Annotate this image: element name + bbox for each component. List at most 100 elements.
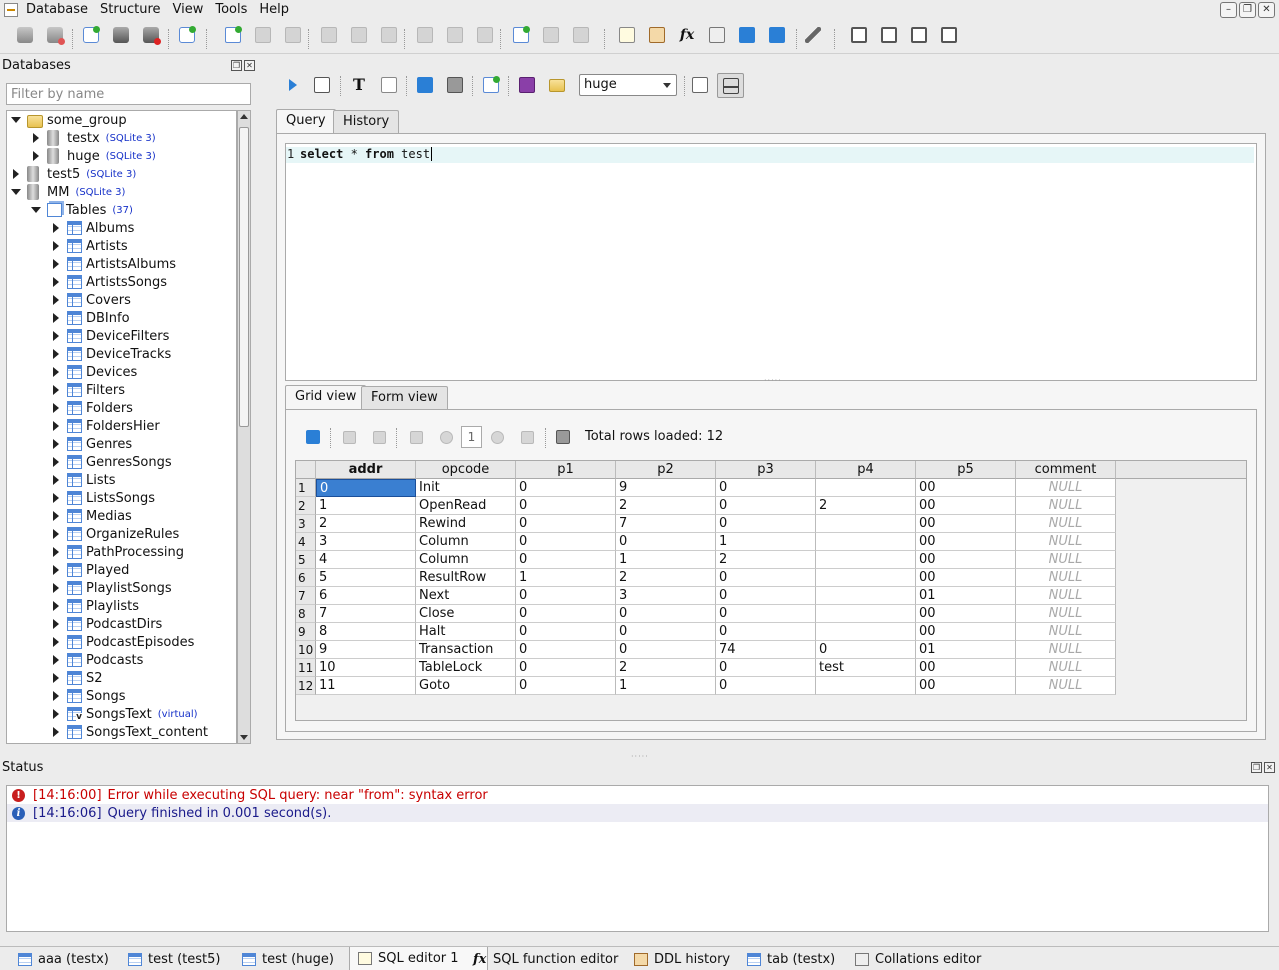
grid-cell[interactable]: [816, 479, 916, 497]
tree-db-test5[interactable]: test5 (SQLite 3): [11, 165, 136, 183]
grid-cell[interactable]: 0: [716, 623, 816, 641]
configuration-button[interactable]: [802, 24, 824, 46]
minimize-icon[interactable]: –: [1220, 2, 1237, 18]
collapse-arrow-icon[interactable]: [51, 403, 61, 413]
tree-table-item[interactable]: PathProcessing: [51, 543, 184, 561]
clear-editor-button[interactable]: [378, 74, 400, 96]
tab-history[interactable]: History: [333, 110, 400, 134]
column-header[interactable]: p4: [816, 461, 916, 479]
tree-table-item[interactable]: PlaylistSongs: [51, 579, 172, 597]
grid-cell[interactable]: 4: [316, 551, 416, 569]
commit-button[interactable]: [338, 426, 360, 448]
grid-cell[interactable]: 0: [616, 641, 716, 659]
collapse-arrow-icon[interactable]: [51, 295, 61, 305]
grid-cell[interactable]: NULL: [1016, 641, 1116, 659]
sql-editor[interactable]: 1 select * from test: [285, 143, 1257, 381]
tree-table-item[interactable]: Folders: [51, 399, 133, 417]
collapse-arrow-icon[interactable]: [51, 241, 61, 251]
tree-table-item[interactable]: PodcastDirs: [51, 615, 162, 633]
scroll-thumb[interactable]: [239, 127, 249, 427]
grid-cell[interactable]: 00: [916, 605, 1016, 623]
open-sql-file-button[interactable]: [546, 74, 568, 96]
scroll-up-icon[interactable]: [240, 114, 248, 119]
tree-table-item[interactable]: FoldersHier: [51, 417, 160, 435]
column-header[interactable]: comment: [1016, 461, 1116, 479]
grid-cell[interactable]: 0: [816, 641, 916, 659]
collapse-arrow-icon[interactable]: [51, 709, 61, 719]
row-number[interactable]: 9: [296, 623, 316, 641]
tree-tables-folder[interactable]: Tables (37): [31, 201, 133, 219]
collapse-arrow-icon[interactable]: [51, 529, 61, 539]
collapse-arrow-icon[interactable]: [51, 475, 61, 485]
grid-cell[interactable]: 5: [316, 569, 416, 587]
grid-cell[interactable]: 01: [916, 641, 1016, 659]
tab-grid-view[interactable]: Grid view: [285, 385, 367, 410]
row-number[interactable]: 12: [296, 677, 316, 695]
edit-table-button[interactable]: [252, 24, 274, 46]
grid-cell[interactable]: 0: [316, 479, 416, 497]
close-panel-icon[interactable]: ✕: [244, 60, 255, 71]
create-index-button[interactable]: [318, 24, 340, 46]
grid-cell[interactable]: Rewind: [416, 515, 516, 533]
tree-table-item[interactable]: S2: [51, 669, 103, 687]
grid-cell[interactable]: Transaction: [416, 641, 516, 659]
results-in-tab-button[interactable]: [689, 74, 711, 96]
column-header[interactable]: addr: [316, 461, 416, 479]
tree-table-item[interactable]: PodcastEpisodes: [51, 633, 194, 651]
grid-cell[interactable]: NULL: [1016, 497, 1116, 515]
expand-arrow-icon[interactable]: [11, 187, 21, 197]
tree-table-item[interactable]: Albums: [51, 219, 134, 237]
expand-arrow-icon[interactable]: [11, 115, 21, 125]
expand-arrow-icon[interactable]: [31, 205, 41, 215]
grid-cell[interactable]: 0: [716, 659, 816, 677]
grid-cell[interactable]: 1: [716, 533, 816, 551]
grid-cell[interactable]: NULL: [1016, 551, 1116, 569]
grid-cell[interactable]: 0: [616, 605, 716, 623]
filter-by-name-input[interactable]: [6, 83, 251, 105]
tree-table-item[interactable]: Podcasts: [51, 651, 143, 669]
grid-cell[interactable]: 2: [316, 515, 416, 533]
collapse-arrow-icon[interactable]: [51, 619, 61, 629]
status-log[interactable]: ! [14:16:00] Error while executing SQL q…: [6, 785, 1269, 932]
grid-cell[interactable]: 0: [716, 605, 816, 623]
collapse-arrow-icon[interactable]: [51, 583, 61, 593]
grid-cell[interactable]: 74: [716, 641, 816, 659]
grid-cell[interactable]: [816, 551, 916, 569]
grid-cell[interactable]: 8: [316, 623, 416, 641]
window-tab-collations-editor[interactable]: Collations editor: [847, 947, 989, 970]
collapse-arrow-icon[interactable]: [51, 259, 61, 269]
results-grid[interactable]: addr opcode p1 p2 p3 p4 p5 comment 1 0 Init 0 9 0 00 NU…: [295, 460, 1247, 721]
tree-table-item[interactable]: Songs: [51, 687, 125, 705]
tree-table-item[interactable]: Covers: [51, 291, 131, 309]
collapse-arrow-icon[interactable]: [51, 223, 61, 233]
float-panel-icon[interactable]: ❐: [231, 60, 242, 71]
first-page-button[interactable]: [405, 426, 427, 448]
grid-cell[interactable]: NULL: [1016, 587, 1116, 605]
grid-cell[interactable]: OpenRead: [416, 497, 516, 515]
grid-cell[interactable]: 2: [716, 551, 816, 569]
grid-cell[interactable]: 0: [516, 605, 616, 623]
grid-cell[interactable]: 1: [616, 551, 716, 569]
grid-cell[interactable]: 3: [316, 533, 416, 551]
explain-query-button[interactable]: [311, 74, 333, 96]
row-number[interactable]: 3: [296, 515, 316, 533]
collapse-arrow-icon[interactable]: [51, 367, 61, 377]
float-panel-icon[interactable]: ❐: [1251, 762, 1262, 773]
grid-cell[interactable]: 0: [516, 677, 616, 695]
prev-page-button[interactable]: [435, 426, 457, 448]
grid-cell[interactable]: 00: [916, 497, 1016, 515]
print-results-button[interactable]: [552, 426, 574, 448]
grid-cell[interactable]: test: [816, 659, 916, 677]
tab-form-view[interactable]: Form view: [361, 386, 448, 410]
menu-tools[interactable]: Tools: [209, 0, 253, 20]
row-number[interactable]: 5: [296, 551, 316, 569]
create-trigger-button[interactable]: [414, 24, 436, 46]
collapse-arrow-icon[interactable]: [51, 331, 61, 341]
grid-cell[interactable]: 00: [916, 623, 1016, 641]
row-number[interactable]: 10: [296, 641, 316, 659]
create-view-button[interactable]: [510, 24, 532, 46]
grid-cell[interactable]: 0: [716, 497, 816, 515]
collapse-arrow-icon[interactable]: [51, 601, 61, 611]
tree-table-item[interactable]: Medias: [51, 507, 132, 525]
tree-db-testx[interactable]: testx (SQLite 3): [31, 129, 156, 147]
